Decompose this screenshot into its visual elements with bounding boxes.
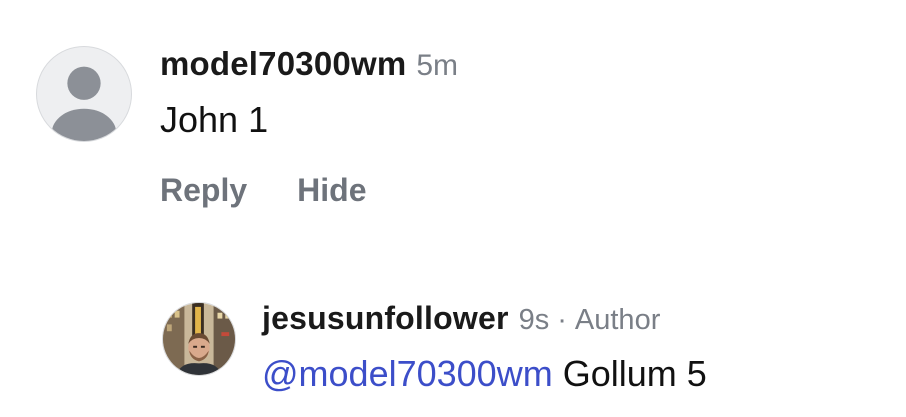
meta-separator: ·	[557, 304, 567, 336]
reply-meta: jesusunfollower 9s · Author	[262, 296, 882, 340]
comment-text: John 1	[160, 99, 269, 140]
reply-text-content: Gollum 5	[562, 353, 707, 394]
comment-username[interactable]: model70300wm	[160, 45, 406, 82]
hide-button[interactable]: Hide	[297, 168, 366, 212]
avatar-photo-image	[163, 303, 235, 375]
author-badge: Author	[574, 304, 661, 336]
person-silhouette-icon	[51, 66, 117, 141]
comment-timestamp: 5m	[416, 49, 459, 82]
comment-body: model70300wm 5m John 1 Reply Hide	[160, 42, 876, 212]
reply-text: @model70300wm Gollum 5	[262, 352, 882, 396]
reply-body: jesusunfollower 9s · Author @model70300wm G…	[262, 296, 882, 396]
reply-username[interactable]: jesusunfollower	[262, 300, 509, 336]
reply-timestamp: 9s	[518, 304, 550, 336]
default-user-avatar-icon[interactable]	[36, 46, 132, 142]
user-photo-avatar[interactable]	[162, 302, 236, 376]
mention-link[interactable]: @model70300wm	[262, 353, 553, 394]
comment-actions: Reply Hide	[160, 168, 876, 212]
reply-button[interactable]: Reply	[160, 168, 247, 212]
comment-meta: model70300wm 5m	[160, 42, 876, 86]
